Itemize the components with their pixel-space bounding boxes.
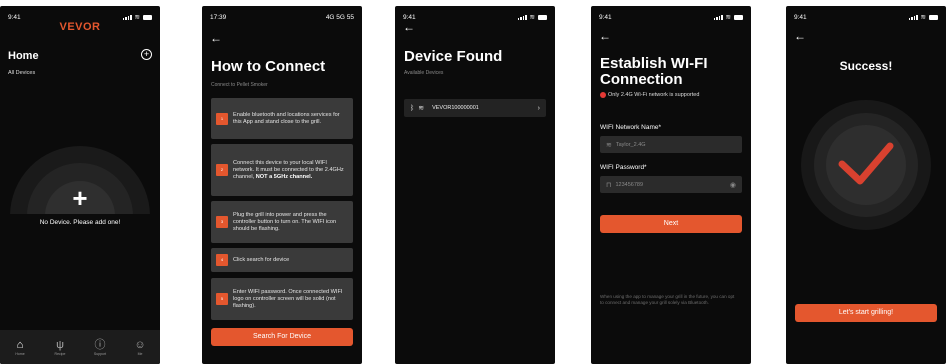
question-icon: ⓘ: [94, 338, 106, 351]
tab-home[interactable]: ⌂ Home: [5, 339, 35, 356]
status-icons: ≋: [713, 13, 743, 21]
tab-label: Support: [93, 351, 107, 356]
status-time: 17:39: [210, 13, 227, 21]
step-text: Enable bluetooth and locations services …: [233, 111, 340, 125]
page-title: Device Found: [404, 48, 503, 65]
signal-icon: [122, 14, 132, 20]
status-time: 9:41: [794, 13, 807, 21]
step-card: 1 Enable bluetooth and locations service…: [211, 98, 353, 139]
password-field[interactable]: ⊓ 123456789 ◉: [600, 176, 742, 193]
wifi-icon: ≋: [418, 105, 425, 112]
how-to-connect-screen: 17:39 4G 5G 55 ← How to Connect Connect …: [202, 6, 362, 364]
bluetooth-hint: When using the app to manage your grill …: [600, 294, 735, 305]
network-name-label: WIFI Network Name*: [600, 124, 662, 131]
step-card: 2 Connect this device to your local WIFI…: [211, 144, 353, 196]
status-icons: ≋: [122, 13, 152, 21]
user-icon: ☺: [134, 338, 146, 351]
bottom-tab-bar: ⌂ Home ψ Recipe ⓘ Support ☺ Me: [0, 330, 160, 364]
step-number: 4: [216, 254, 228, 266]
back-arrow-icon[interactable]: ←: [599, 30, 611, 42]
password-label: WIFI Password*: [600, 164, 647, 171]
step-card: 3 Plug the grill into power and press th…: [211, 201, 353, 243]
establish-wifi-screen: 9:41 ≋ ← Establish WI-FI Connection Only…: [591, 6, 751, 364]
page-subtitle: Connect to Pellet Smoker: [211, 82, 268, 88]
step-text: Click search for device: [233, 256, 290, 263]
next-button[interactable]: Next: [600, 215, 742, 233]
page-subtitle: Available Devices: [404, 70, 444, 76]
battery-icon: [538, 14, 547, 20]
step-text-wrap: Connect this device to your local WIFI n…: [233, 160, 348, 181]
step-number: 1: [216, 112, 228, 125]
device-name: VEVOR100000001: [432, 105, 479, 111]
page-title: How to Connect: [211, 58, 326, 75]
success-screen: 9:41 ≋ ← Success! Let's start grilling!: [786, 6, 946, 364]
network-warning: Only 2.4G Wi-Fi network is supported: [600, 92, 699, 98]
brand-logo: VEVOR: [59, 21, 101, 33]
home-icon: ⌂: [16, 338, 24, 351]
step-text: Enter WIFI password. Once connected WIFI…: [233, 288, 343, 309]
wifi-icon: ≋: [134, 14, 140, 21]
eye-icon[interactable]: ◉: [730, 181, 736, 189]
step-number: 2: [216, 164, 228, 176]
password-value: 123456789: [615, 181, 643, 188]
step-card: 4 Click search for device: [211, 248, 353, 272]
status-time: 9:41: [599, 13, 612, 21]
start-grilling-button[interactable]: Let's start grilling!: [795, 304, 937, 322]
status-bar: 17:39 4G 5G 55: [210, 12, 354, 22]
signal-icon: [713, 14, 723, 20]
status-icons: ≋: [908, 13, 938, 21]
network-name-field[interactable]: ≋ Taylor_2.4G: [600, 136, 742, 153]
network-name-value: Taylor_2.4G: [615, 141, 646, 148]
page-title: Success!: [839, 59, 893, 73]
chevron-right-icon: ›: [537, 104, 540, 112]
status-bar: 9:41 ≋: [599, 12, 743, 22]
device-found-screen: 9:41 ≋ ← Device Found Available Devices …: [395, 6, 555, 364]
wifi-icon: ≋: [606, 141, 612, 149]
page-title-line1: Establish WI-FI: [600, 55, 708, 72]
page-title: Home: [8, 50, 39, 62]
tab-me[interactable]: ☺ Me: [125, 339, 155, 356]
tab-support[interactable]: ⓘ Support: [85, 339, 115, 356]
battery-icon: [143, 14, 152, 20]
signal-icon: [517, 14, 527, 20]
search-device-button[interactable]: Search For Device: [211, 328, 353, 346]
add-device-button[interactable]: +: [66, 184, 94, 212]
warning-text: Only 2.4G Wi-Fi network is supported: [608, 92, 700, 98]
battery-icon: [929, 14, 938, 20]
status-time: 9:41: [8, 13, 21, 21]
all-devices-label: All Devices: [8, 70, 36, 76]
signal-icon: [908, 14, 918, 20]
tab-label: Me: [137, 351, 143, 356]
lock-icon: ⊓: [606, 181, 612, 189]
bluetooth-icon: ᛒ: [410, 104, 415, 112]
fork-knife-icon: ψ: [56, 338, 64, 351]
status-icons: ≋: [517, 13, 547, 21]
step-text: Plug the grill into power and press the …: [233, 211, 337, 232]
page-title-line2: Connection: [600, 71, 683, 88]
status-indicators: 4G 5G 55: [325, 13, 354, 21]
warning-icon: [600, 92, 606, 98]
tab-label: Home: [15, 351, 25, 356]
battery-icon: [734, 14, 743, 20]
add-device-icon[interactable]: +: [141, 49, 152, 60]
tab-label: Recipe: [54, 351, 66, 356]
back-arrow-icon[interactable]: ←: [403, 21, 415, 33]
empty-state-message: No Device. Please add one!: [39, 219, 121, 226]
checkmark-icon: [838, 142, 894, 185]
step-text-bold: NOT a 5GHz channel.: [255, 173, 313, 180]
wifi-icon: ≋: [529, 14, 535, 21]
back-arrow-icon[interactable]: ←: [210, 32, 222, 44]
step-number: 5: [216, 293, 228, 305]
back-arrow-icon[interactable]: ←: [794, 30, 806, 42]
step-number: 3: [216, 216, 228, 228]
wifi-icon: ≋: [920, 14, 926, 21]
wifi-icon: ≋: [725, 14, 731, 21]
status-bar: 9:41 ≋: [403, 12, 547, 22]
device-list-item[interactable]: ᛒ ≋ VEVOR100000001 ›: [404, 99, 546, 117]
status-bar: 9:41 ≋: [794, 12, 938, 22]
home-screen: 9:41 ≋ VEVOR Home + All Devices + No Dev…: [0, 6, 160, 364]
step-card: 5 Enter WIFI password. Once connected WI…: [211, 278, 353, 320]
tab-recipe[interactable]: ψ Recipe: [45, 339, 75, 356]
